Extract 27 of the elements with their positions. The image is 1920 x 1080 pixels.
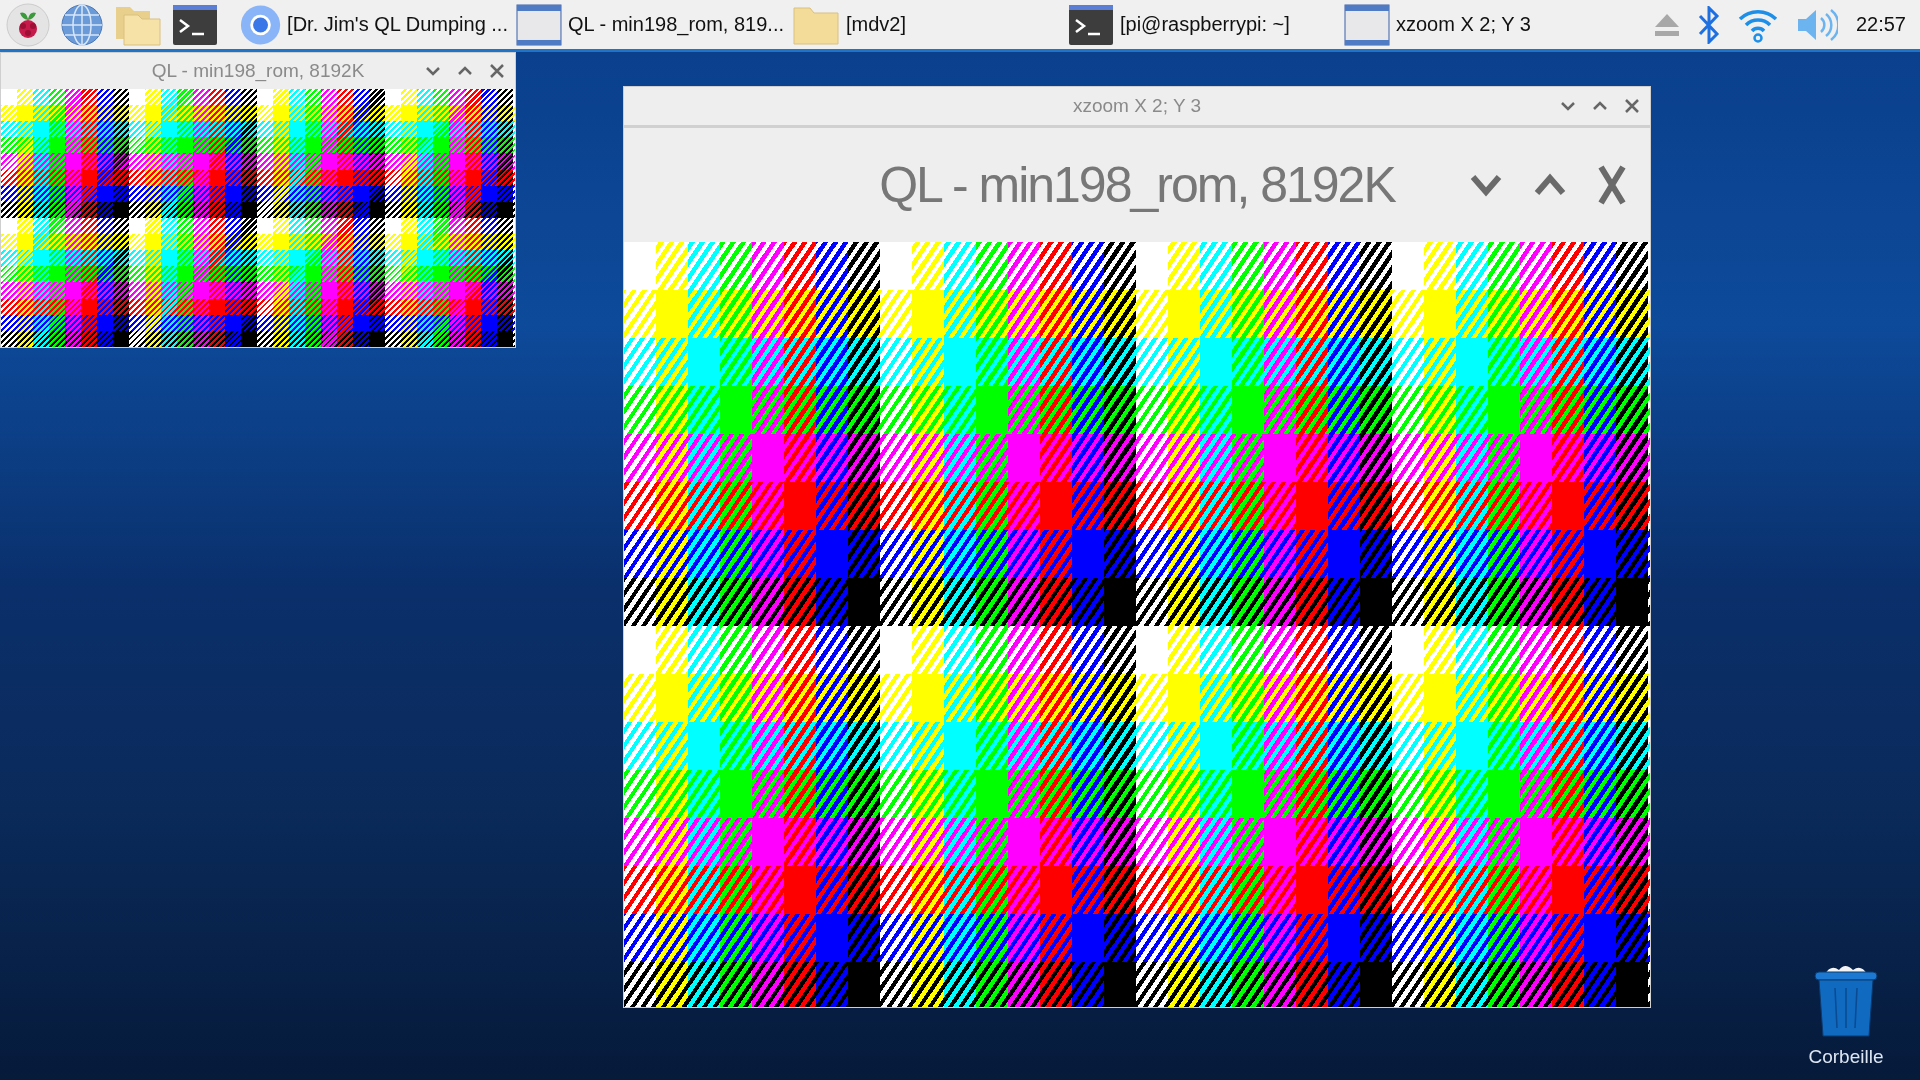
window-title: xzoom X 2; Y 3: [1072, 95, 1202, 117]
taskbar-button[interactable]: [mdv2]: [788, 0, 1064, 49]
taskbar-button[interactable]: [pi@raspberrypi: ~]: [1064, 0, 1340, 49]
zoomed-window-title: QL - min198_rom, 8192K: [879, 156, 1395, 214]
taskbar-button[interactable]: [Dr. Jim's QL Dumping ...: [236, 0, 512, 49]
terminal-icon[interactable]: [172, 3, 218, 46]
taskbar-button[interactable]: xzoom X 2; Y 3: [1340, 0, 1616, 49]
globe-icon[interactable]: [60, 2, 104, 47]
minimize-icon[interactable]: [425, 65, 441, 77]
zoomed-chevron-up-icon: [1534, 173, 1566, 197]
close-icon[interactable]: [489, 63, 505, 79]
taskbar-button[interactable]: QL - min198_rom, 819...: [512, 0, 788, 49]
close-icon[interactable]: [1624, 98, 1640, 114]
desktop-icon-label[interactable]: Corbeille: [1808, 1046, 1884, 1068]
window-icon: [1344, 3, 1390, 46]
chromium-icon: [240, 2, 282, 47]
raspberry-icon[interactable]: [6, 2, 50, 47]
zoomed-chevron-down-icon: [1470, 173, 1502, 197]
zoomed-close-icon: [1598, 165, 1626, 205]
bluetooth-icon[interactable]: [1697, 5, 1720, 44]
minimize-icon[interactable]: [1560, 100, 1576, 112]
maximize-icon[interactable]: [457, 65, 473, 77]
window-title: QL - min198_rom, 8192K: [151, 60, 365, 82]
clock[interactable]: 22:57: [1855, 13, 1906, 36]
maximize-icon[interactable]: [1592, 100, 1608, 112]
window-icon: [516, 3, 562, 46]
terminal-icon: [1068, 3, 1114, 46]
